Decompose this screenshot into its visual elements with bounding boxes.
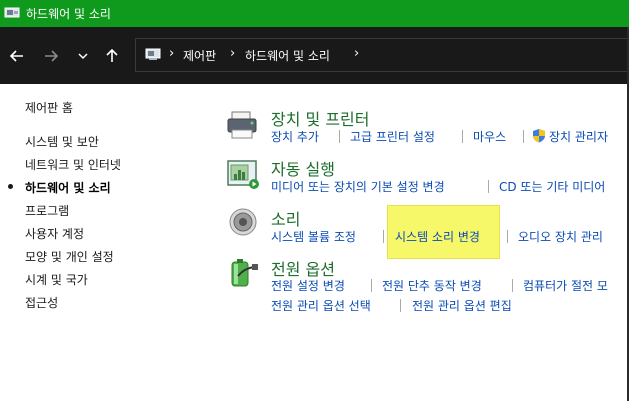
current-item-bullet <box>8 184 13 189</box>
control-panel-icon <box>4 6 20 23</box>
link-choose-power-plan[interactable]: 전원 관리 옵션 선택 <box>271 297 371 314</box>
link-change-system-sounds[interactable]: 시스템 소리 변경 <box>395 228 480 245</box>
speaker-icon[interactable] <box>228 207 258 240</box>
link-manage-audio-devices[interactable]: 오디오 장치 관리 <box>518 228 603 245</box>
link-separator <box>507 230 508 243</box>
sidebar-item-control-panel-home[interactable]: 제어판 홈 <box>25 99 73 116</box>
link-mouse[interactable]: 마우스 <box>473 128 506 145</box>
breadcrumb-separator: › <box>169 46 175 61</box>
sidebar-item-accessibility[interactable]: 접근성 <box>25 294 58 311</box>
link-separator <box>523 130 524 143</box>
address-bar[interactable]: › 제어판 › 하드웨어 및 소리 › <box>135 38 629 72</box>
category-title-sound[interactable]: 소리 <box>271 206 300 230</box>
link-separator <box>488 180 489 193</box>
shield-icon <box>532 128 546 146</box>
link-add-device[interactable]: 장치 추가 <box>271 128 319 145</box>
battery-icon[interactable] <box>226 256 260 293</box>
link-separator <box>339 130 340 143</box>
forward-button[interactable] <box>41 46 61 66</box>
link-separator <box>383 230 384 243</box>
link-adjust-system-volume[interactable]: 시스템 볼륨 조정 <box>271 228 356 245</box>
navigation-bar: › 제어판 › 하드웨어 및 소리 › <box>0 27 629 84</box>
breadcrumb-hardware-sound[interactable]: 하드웨어 및 소리 <box>245 47 330 64</box>
window-title: 하드웨어 및 소리 <box>26 7 111 21</box>
sidebar-item-user-accounts[interactable]: 사용자 계정 <box>25 225 84 242</box>
link-change-media-defaults[interactable]: 미디어 또는 장치의 기본 설정 변경 <box>271 178 445 195</box>
link-change-power-settings[interactable]: 전원 설정 변경 <box>271 277 345 294</box>
link-edit-power-plan[interactable]: 전원 관리 옵션 편집 <box>412 297 512 314</box>
breadcrumb-separator[interactable]: › <box>230 46 235 61</box>
sidebar-item-clock-region[interactable]: 시계 및 국가 <box>25 271 88 288</box>
link-separator <box>512 279 513 292</box>
breadcrumb-control-panel[interactable]: 제어판 <box>183 47 216 64</box>
category-title-devices-printers[interactable]: 장치 및 프린터 <box>271 106 370 130</box>
link-device-manager[interactable]: 장치 관리자 <box>549 128 608 145</box>
sidebar-item-appearance[interactable]: 모양 및 개인 설정 <box>25 248 114 265</box>
link-change-power-buttons[interactable]: 전원 단추 동작 변경 <box>382 277 482 294</box>
sidebar-item-programs[interactable]: 프로그램 <box>25 202 69 219</box>
sidebar-item-system-security[interactable]: 시스템 및 보안 <box>25 133 99 150</box>
autoplay-icon[interactable] <box>226 159 260 194</box>
up-button[interactable] <box>102 46 122 66</box>
link-advanced-printer-setup[interactable]: 고급 프린터 설정 <box>350 128 435 145</box>
link-cd-other-media[interactable]: CD 또는 기타 미디어 <box>499 178 605 195</box>
link-separator <box>371 279 372 292</box>
breadcrumb-separator[interactable]: › <box>354 46 359 61</box>
recent-locations-button[interactable] <box>73 46 93 66</box>
link-separator <box>400 299 401 312</box>
title-bar: 하드웨어 및 소리 <box>0 0 629 27</box>
link-separator <box>462 130 463 143</box>
link-change-sleep[interactable]: 컴퓨터가 절전 모 <box>523 277 608 294</box>
sidebar-item-network-internet[interactable]: 네트워크 및 인터넷 <box>25 156 121 173</box>
sidebar-item-hardware-sound: 하드웨어 및 소리 <box>25 181 111 195</box>
printer-icon[interactable] <box>226 110 260 143</box>
category-title-autoplay[interactable]: 자동 실행 <box>271 156 335 180</box>
back-button[interactable] <box>7 46 27 66</box>
control-panel-icon <box>145 48 161 64</box>
